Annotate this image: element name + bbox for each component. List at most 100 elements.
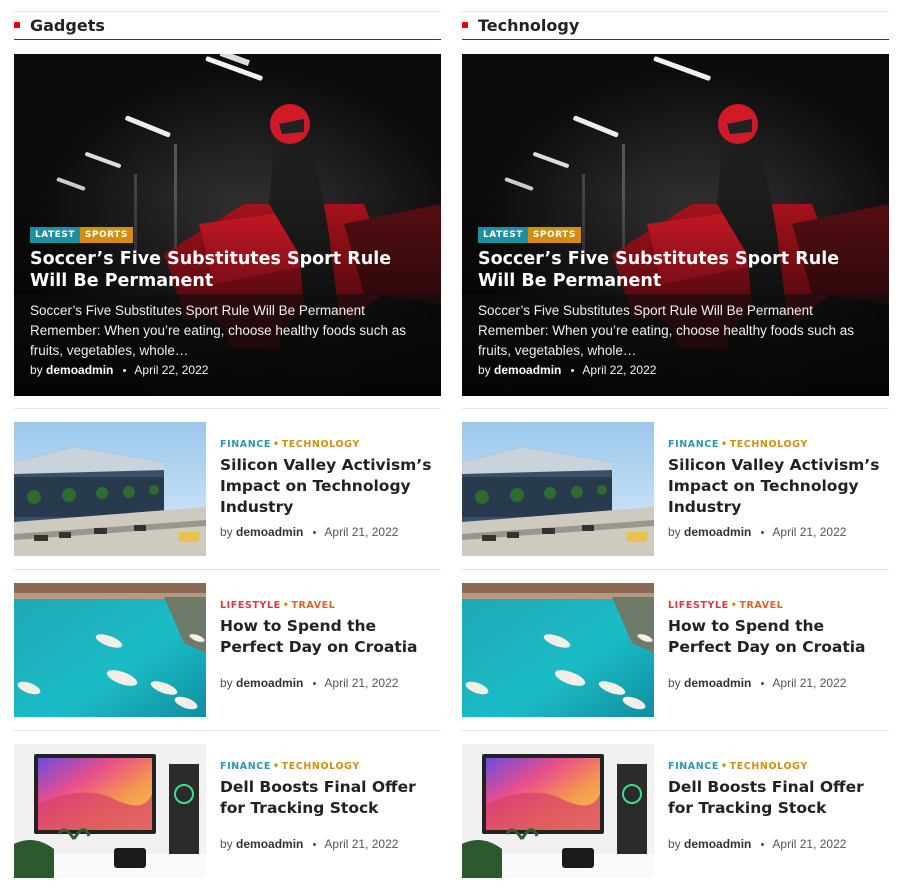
post-item[interactable]: FINANCE • TECHNOLOGY Silicon Valley Activi… (462, 422, 889, 556)
meta-by: by (668, 525, 681, 539)
post-thumbnail[interactable] (462, 422, 654, 556)
author-link[interactable]: demoadmin (236, 676, 303, 690)
divider (14, 730, 441, 731)
section-title[interactable]: Gadgets (30, 16, 105, 35)
meta-dot (760, 682, 764, 686)
meta-dot (760, 531, 764, 535)
post-item[interactable]: FINANCE • TECHNOLOGY Dell Boosts Final Off… (462, 744, 889, 878)
post-thumbnail[interactable] (14, 583, 206, 717)
category-technology[interactable]: TECHNOLOGY (730, 761, 808, 772)
post-date[interactable]: April 21, 2022 (772, 837, 846, 851)
badge-latest[interactable]: LATEST (478, 227, 528, 243)
post-item[interactable]: LIFESTYLE • TRAVEL How to Spend the Perfec… (14, 583, 441, 717)
featured-badges: LATEST SPORTS (30, 227, 133, 243)
post-item[interactable]: FINANCE • TECHNOLOGY Dell Boosts Final Off… (14, 744, 441, 878)
meta-dot (122, 369, 126, 373)
section-title[interactable]: Technology (478, 16, 579, 35)
meta-by: by (478, 363, 491, 377)
post-date[interactable]: April 21, 2022 (324, 837, 398, 851)
divider (14, 408, 441, 409)
meta-dot (570, 369, 574, 373)
category-finance[interactable]: FINANCE (220, 761, 271, 772)
meta-by: by (668, 837, 681, 851)
post-item[interactable]: FINANCE • TECHNOLOGY Silicon Valley Activi… (14, 422, 441, 556)
category-separator: • (730, 600, 738, 611)
meta-dot (312, 682, 316, 686)
post-thumbnail[interactable] (462, 744, 654, 878)
divider (462, 408, 889, 409)
category-separator: • (272, 761, 280, 772)
post-date[interactable]: April 22, 2022 (134, 363, 208, 377)
author-link[interactable]: demoadmin (684, 837, 751, 851)
featured-post[interactable]: LATEST SPORTS Soccer’s Five Substitutes … (462, 54, 889, 396)
featured-post[interactable]: LATEST SPORTS Soccer’s Five Substitutes … (14, 54, 441, 396)
category-travel[interactable]: TRAVEL (739, 600, 783, 611)
category-lifestyle[interactable]: LIFESTYLE (668, 600, 729, 611)
featured-title[interactable]: Soccer’s Five Substitutes Sport Rule Wil… (30, 248, 425, 292)
featured-title[interactable]: Soccer’s Five Substitutes Sport Rule Wil… (478, 248, 873, 292)
author-link[interactable]: demoadmin (46, 363, 113, 377)
author-link[interactable]: demoadmin (684, 676, 751, 690)
category-finance[interactable]: FINANCE (668, 439, 719, 450)
badge-sports[interactable]: SPORTS (79, 227, 133, 243)
badge-latest[interactable]: LATEST (30, 227, 80, 243)
post-title[interactable]: How to Spend the Perfect Day on Croatia (220, 616, 435, 658)
post-title[interactable]: How to Spend the Perfect Day on Croatia (668, 616, 883, 658)
gadgets-column: Gadgets LATEST SPORTS Soccer’s Five Subs… (14, 0, 441, 890)
author-link[interactable]: demoadmin (236, 837, 303, 851)
post-categories: FINANCE • TECHNOLOGY (668, 761, 808, 772)
post-title[interactable]: Dell Boosts Final Offer for Tracking Sto… (668, 777, 883, 819)
post-categories: FINANCE • TECHNOLOGY (220, 439, 360, 450)
post-title[interactable]: Silicon Valley Activism’s Impact on Tech… (668, 455, 883, 518)
divider (462, 730, 889, 731)
featured-excerpt: Soccer’s Five Substitutes Sport Rule Wil… (478, 303, 854, 358)
post-date[interactable]: April 22, 2022 (582, 363, 656, 377)
category-finance[interactable]: FINANCE (668, 761, 719, 772)
post-meta: by demoadmin April 21, 2022 (668, 676, 846, 690)
section-header-gadgets: Gadgets (14, 11, 441, 40)
meta-by: by (220, 525, 233, 539)
category-technology[interactable]: TECHNOLOGY (730, 439, 808, 450)
author-link[interactable]: demoadmin (684, 525, 751, 539)
meta-dot (312, 531, 316, 535)
category-technology[interactable]: TECHNOLOGY (282, 761, 360, 772)
post-date[interactable]: April 21, 2022 (324, 676, 398, 690)
post-meta: by demoadmin April 21, 2022 (668, 837, 846, 851)
technology-column: Technology LATEST SPORTS Soccer’s Five S (462, 0, 889, 890)
divider (462, 569, 889, 570)
category-separator: • (282, 600, 290, 611)
post-title[interactable]: Dell Boosts Final Offer for Tracking Sto… (220, 777, 435, 819)
post-meta: by demoadmin April 21, 2022 (220, 525, 398, 539)
meta-by: by (668, 676, 681, 690)
post-meta: by demoadmin April 21, 2022 (668, 525, 846, 539)
meta-by: by (220, 676, 233, 690)
post-categories: FINANCE • TECHNOLOGY (220, 761, 360, 772)
post-categories: LIFESTYLE • TRAVEL (668, 600, 783, 611)
category-finance[interactable]: FINANCE (220, 439, 271, 450)
post-thumbnail[interactable] (14, 744, 206, 878)
post-item[interactable]: LIFESTYLE • TRAVEL How to Spend the Perfec… (462, 583, 889, 717)
post-date[interactable]: April 21, 2022 (324, 525, 398, 539)
post-meta: by demoadmin April 21, 2022 (220, 837, 398, 851)
featured-meta: by demoadmin April 22, 2022 (478, 363, 656, 377)
author-link[interactable]: demoadmin (236, 525, 303, 539)
post-date[interactable]: April 21, 2022 (772, 525, 846, 539)
post-thumbnail[interactable] (462, 583, 654, 717)
badge-sports[interactable]: SPORTS (527, 227, 581, 243)
section-marker (14, 22, 20, 28)
post-title[interactable]: Silicon Valley Activism’s Impact on Tech… (220, 455, 435, 518)
category-travel[interactable]: TRAVEL (291, 600, 335, 611)
post-thumbnail[interactable] (14, 422, 206, 556)
featured-badges: LATEST SPORTS (478, 227, 581, 243)
category-technology[interactable]: TECHNOLOGY (282, 439, 360, 450)
section-marker (462, 22, 468, 28)
divider (14, 569, 441, 570)
meta-by: by (220, 837, 233, 851)
post-date[interactable]: April 21, 2022 (772, 676, 846, 690)
category-separator: • (720, 761, 728, 772)
post-categories: LIFESTYLE • TRAVEL (220, 600, 335, 611)
author-link[interactable]: demoadmin (494, 363, 561, 377)
section-header-technology: Technology (462, 11, 889, 40)
category-lifestyle[interactable]: LIFESTYLE (220, 600, 281, 611)
post-meta: by demoadmin April 21, 2022 (220, 676, 398, 690)
